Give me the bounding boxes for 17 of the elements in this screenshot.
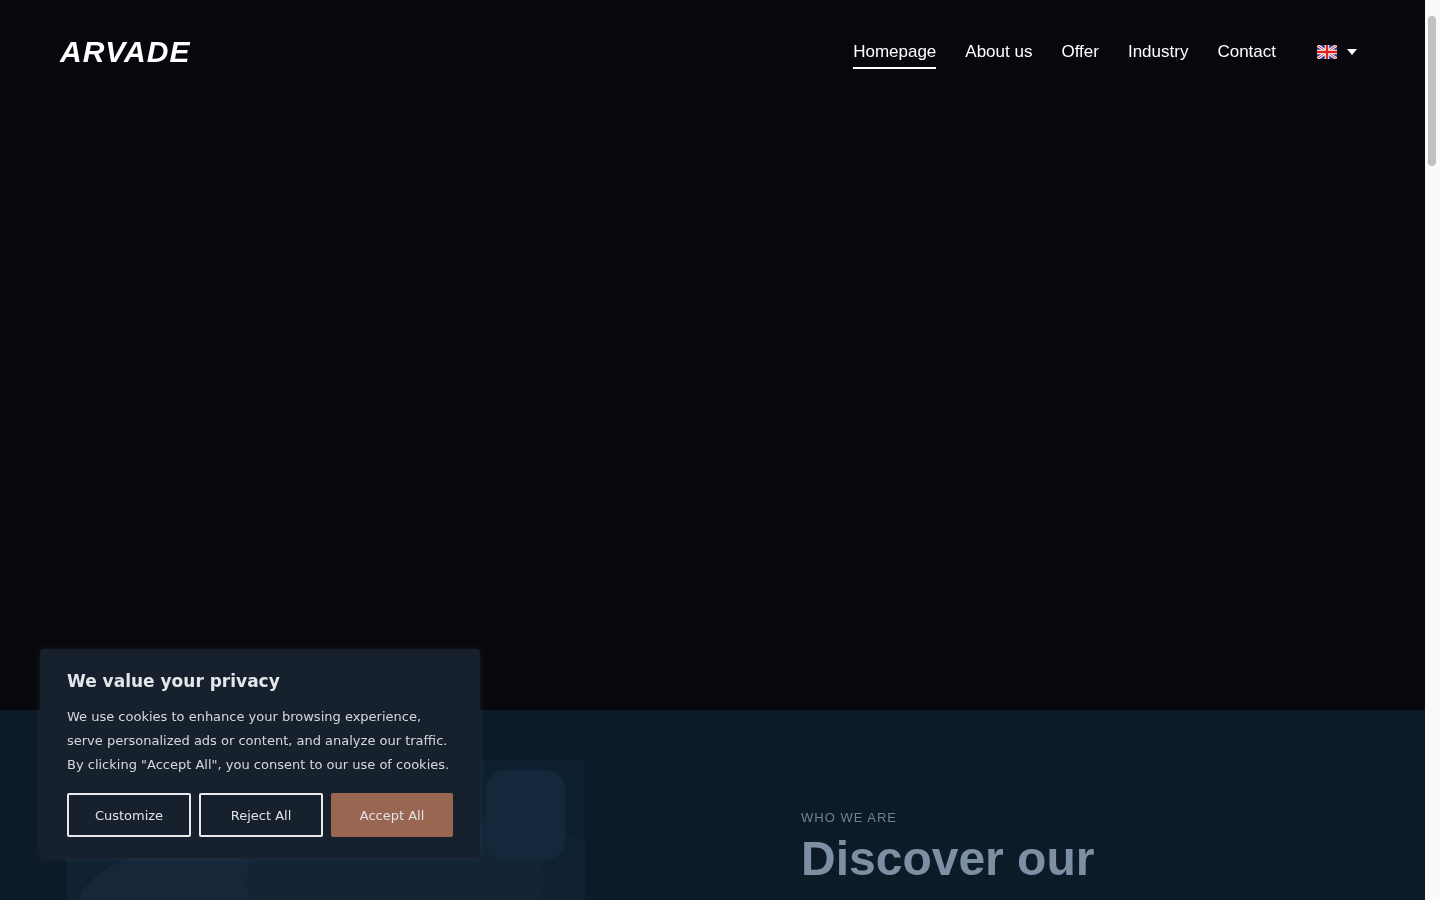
nav-link[interactable]: Industry [1127,34,1189,69]
flag-icon [1317,44,1337,59]
caret-icon [1347,48,1357,55]
accept-button[interactable]: Accept All [331,793,453,837]
nav-link[interactable]: Contact [1217,34,1276,69]
scrollbar[interactable] [1425,0,1440,900]
nav-link[interactable]: Offer [1061,34,1099,69]
cookie-button[interactable]: Customize [67,793,191,837]
section-heading: Discover our [801,833,1095,886]
cookie-text: We use cookies to enhance your browsing experience, serve personalized ads or content, and analyze our traffic. By clicking "Accept All", you consent to our use of cookies. [67,708,451,774]
section-eyebrow: WHO WE ARE [801,810,897,825]
cookie-title: We value your privacy [67,671,281,691]
logo[interactable]: ARVADE [60,34,191,69]
nav-link[interactable]: Homepage [853,34,937,69]
nav-link[interactable]: About us [965,34,1033,69]
scrollbar-thumb[interactable] [1428,16,1436,166]
cookie-button[interactable]: Reject All [199,793,324,837]
